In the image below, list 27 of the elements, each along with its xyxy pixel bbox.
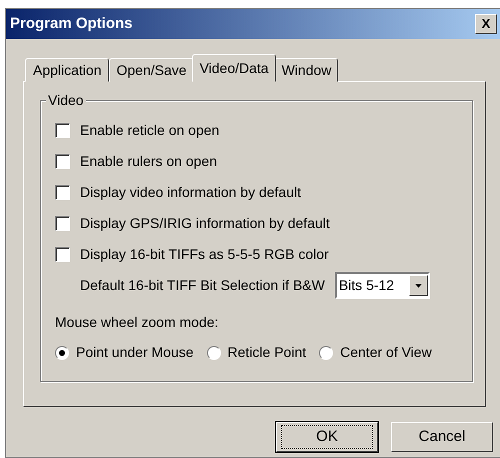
tab[interactable]: Application xyxy=(25,58,108,82)
radio-button[interactable] xyxy=(319,346,334,360)
checkbox[interactable] xyxy=(55,247,70,262)
checkbox-label: Display video information by default xyxy=(80,183,302,202)
checkbox-label: Enable rulers on open xyxy=(80,152,217,171)
checkbox-label: Display 16-bit TIFFs as 5-5-5 RGB color xyxy=(80,245,329,264)
radio-button[interactable] xyxy=(55,346,69,360)
close-button[interactable]: X xyxy=(475,14,497,34)
cancel-button[interactable]: Cancel xyxy=(391,422,493,452)
radio-label: Point under Mouse xyxy=(76,343,194,362)
ok-button[interactable]: OK xyxy=(276,422,378,452)
checkbox[interactable] xyxy=(55,123,70,138)
window-title: Program Options xyxy=(10,14,133,34)
bit-selection-label: Default 16-bit TIFF Bit Selection if B&W xyxy=(80,276,325,294)
bit-selection-dropdown[interactable]: Bits 5-12 xyxy=(334,272,430,298)
zoom-mode-label: Mouse wheel zoom mode: xyxy=(55,313,220,332)
tab[interactable]: Open/Save xyxy=(108,58,194,82)
checkbox[interactable] xyxy=(55,216,70,231)
radio-label: Reticle Point xyxy=(228,343,306,362)
radio-label: Center of View xyxy=(340,343,432,362)
checkbox[interactable] xyxy=(55,154,70,169)
checkbox-label: Enable reticle on open xyxy=(80,121,220,140)
tab[interactable]: Window xyxy=(274,58,338,82)
tab[interactable]: Video/Data xyxy=(192,54,276,82)
checkbox[interactable] xyxy=(55,185,70,200)
radio-button[interactable] xyxy=(206,346,221,360)
checkbox-label: Display GPS/IRIG information by default xyxy=(80,214,330,233)
